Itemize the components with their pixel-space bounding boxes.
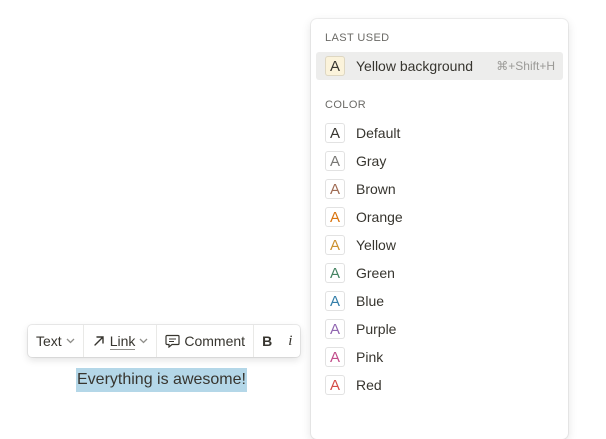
menu-item-label: Orange (356, 209, 403, 225)
text-color-swatch-icon: A (325, 123, 345, 143)
menu-item-label: Default (356, 125, 401, 141)
text-color-swatch-icon: A (325, 56, 345, 76)
color-item-brown[interactable]: A Brown (316, 175, 563, 203)
menu-item-label: Yellow background (356, 58, 474, 74)
menu-item-label: Blue (356, 293, 385, 309)
last-used-heading: LAST USED (325, 32, 390, 44)
chevron-down-icon (139, 336, 148, 346)
text-type-label: Text (36, 333, 62, 349)
color-item-blue[interactable]: A Blue (316, 287, 563, 315)
menu-item-label: Yellow (356, 237, 396, 253)
keyboard-shortcut: ⌘+Shift+H (496, 59, 555, 73)
text-color-swatch-icon: A (325, 207, 345, 227)
color-item-orange[interactable]: A Orange (316, 203, 563, 231)
menu-item-label: Gray (356, 153, 387, 169)
link-button[interactable]: Link (84, 325, 157, 357)
bold-button[interactable]: B (254, 325, 280, 357)
color-item-red[interactable]: A Red (316, 371, 563, 399)
color-menu: LAST USED A Yellow background ⌘+Shift+H … (311, 19, 568, 439)
text-color-swatch-icon: A (325, 319, 345, 339)
color-item-green[interactable]: A Green (316, 259, 563, 287)
italic-button[interactable]: i (280, 325, 300, 357)
menu-item-label: Pink (356, 349, 384, 365)
color-item-default[interactable]: A Default (316, 119, 563, 147)
chevron-down-icon (66, 336, 75, 346)
text-color-swatch-icon: A (325, 375, 345, 395)
text-color-swatch-icon: A (325, 179, 345, 199)
comment-button[interactable]: Comment (157, 325, 253, 357)
color-item-pink[interactable]: A Pink (316, 343, 563, 371)
link-label: Link (109, 332, 136, 350)
color-item-yellow[interactable]: A Yellow (316, 231, 563, 259)
text-type-dropdown[interactable]: Text (28, 325, 83, 357)
menu-item-label: Brown (356, 181, 396, 197)
text-color-swatch-icon: A (325, 263, 345, 283)
menu-item-label: Red (356, 377, 382, 393)
text-color-swatch-icon: A (325, 151, 345, 171)
comment-label: Comment (184, 333, 246, 349)
inline-format-toolbar: Text Link Comment B i (28, 325, 301, 357)
selected-text[interactable]: Everything is awesome! (76, 368, 247, 392)
menu-item-label: Purple (356, 321, 397, 337)
text-color-swatch-icon: A (325, 347, 345, 367)
color-item-gray[interactable]: A Gray (316, 147, 563, 175)
text-color-swatch-icon: A (325, 235, 345, 255)
color-item-purple[interactable]: A Purple (316, 315, 563, 343)
comment-icon (165, 334, 180, 348)
last-used-item-yellow-background[interactable]: A Yellow background ⌘+Shift+H (316, 52, 563, 80)
menu-item-label: Green (356, 265, 395, 281)
text-color-swatch-icon: A (325, 291, 345, 311)
color-heading: COLOR (325, 99, 367, 111)
arrow-up-right-icon (92, 334, 106, 348)
